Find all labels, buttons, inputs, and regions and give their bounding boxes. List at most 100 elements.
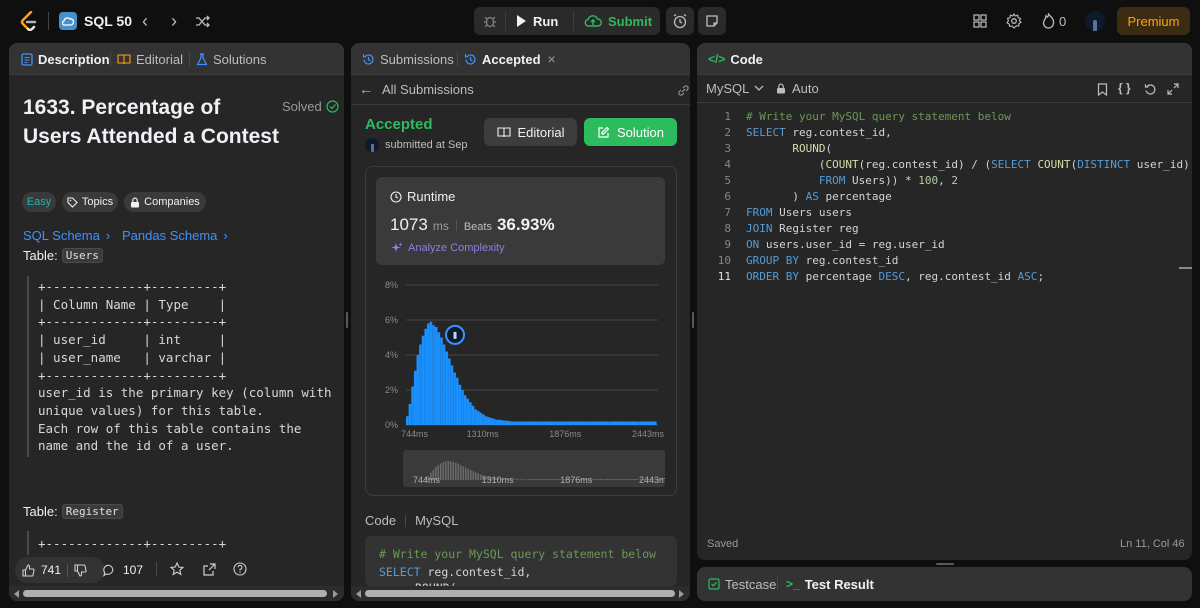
code-line[interactable]: ) AS percentage [746,189,891,205]
x-tick-label: 1310ms [467,429,500,439]
prev-problem-icon[interactable]: ‹ [136,11,154,31]
editorial-button[interactable]: Editorial [484,118,577,146]
solution-button-label: Solution [617,124,664,140]
run-button[interactable]: Run [508,9,570,33]
avatar[interactable] [1085,11,1105,31]
scrollbar-thumb[interactable] [365,590,675,597]
sql-schema-link[interactable]: SQL Schema › [23,228,110,243]
divider [505,11,506,31]
code-line[interactable]: JOIN Register reg [746,221,859,237]
comments-button[interactable]: 107 [103,563,143,577]
code-line[interactable]: GROUP BY reg.contest_id [746,253,898,269]
leetcode-logo-icon[interactable] [18,10,40,32]
histogram-bar [511,421,514,425]
difficulty-badge[interactable]: Easy [22,192,56,212]
tab-submissions[interactable]: Submissions [362,43,454,75]
code-tab-bar [697,43,1192,75]
study-plan-icon[interactable] [59,12,77,30]
code-line[interactable]: ON users.user_id = reg.user_id [746,237,945,253]
navigator-bar [597,479,600,480]
premium-button[interactable]: Premium [1117,7,1190,35]
pandas-schema-link[interactable]: Pandas Schema › [122,228,228,243]
scrollbar-thumb[interactable] [23,590,327,597]
code-line[interactable]: ORDER BY percentage DESC, reg.contest_id… [746,269,1044,285]
notes-button[interactable] [698,7,726,35]
debug-bug-icon[interactable] [478,10,502,32]
tab-testcase[interactable]: Testcase [708,567,776,601]
close-tab-icon[interactable]: × [548,51,556,67]
problem-list-title[interactable]: SQL 50 [84,13,132,29]
shuffle-icon[interactable] [193,12,211,30]
line-number: 1 [724,110,731,123]
divider [110,53,111,66]
navigator-bar [615,479,617,480]
reset-code-icon[interactable] [1143,82,1157,96]
histogram-bar [448,358,451,425]
histogram-bar [597,421,601,425]
code-line[interactable]: SELECT reg.contest_id, [746,125,892,141]
navigator-tick-label: 2443ms [639,475,665,485]
submit-button[interactable]: Submit [576,9,658,33]
line-number: 8 [724,222,731,235]
histogram-bar [558,421,561,425]
help-question-icon[interactable] [232,561,248,577]
code-line[interactable]: ROUND( [746,141,832,157]
chevron-down-icon [754,85,764,91]
format-code-icon[interactable]: { } [1118,81,1131,95]
panel-resize-handle[interactable] [936,563,954,565]
tab-editorial[interactable]: Editorial [117,43,183,75]
streak-flame-icon[interactable] [1040,12,1056,30]
code-line[interactable]: FROM Users users [746,205,852,221]
bookmark-icon[interactable] [1095,82,1109,96]
share-icon[interactable] [201,561,217,577]
horizontal-scrollbar[interactable] [351,586,690,601]
navigator-bar [610,479,612,480]
y-tick-label: 0% [385,420,398,430]
histogram-bar [571,421,575,425]
code-line[interactable]: (COUNT(reg.contest_id) / (SELECT COUNT(D… [746,157,1190,173]
navigator-background [403,450,665,487]
runtime-range-navigator[interactable]: 744ms 1310ms 1876ms 2443ms [403,450,665,487]
histogram-bar [550,421,554,425]
star-favorite-icon[interactable] [169,561,185,577]
panel-resize-handle[interactable] [346,312,348,328]
alarm-clock-icon [673,13,687,29]
horizontal-scrollbar[interactable] [9,586,344,601]
tab-accepted[interactable]: Accepted × [464,43,556,75]
histogram-bar [516,421,519,425]
settings-gear-icon[interactable] [1005,12,1023,30]
analyze-complexity-link[interactable]: Analyze Complexity [391,242,505,254]
analyze-complexity-label: Analyze Complexity [408,242,505,254]
top-bar: SQL 50 ‹ › Run Submit 0 Premium [0,0,1200,42]
auto-mode-label: Auto [792,81,819,96]
histogram-bar [503,420,506,425]
panel-resize-handle[interactable] [692,312,694,328]
navigator-bar [472,471,475,480]
runtime-distribution-chart[interactable]: 0% 2% 4% 6% 8% 744ms 1310ms 1876ms 2443ms [376,273,666,443]
line-number: 3 [724,142,731,155]
code-line[interactable]: # Write your MySQL query statement below [746,109,1011,125]
lock-icon [131,197,140,207]
expand-icon[interactable] [1166,82,1180,96]
layout-grid-icon[interactable] [971,12,989,30]
language-select[interactable]: MySQL [706,81,764,96]
code-block-border [27,531,29,555]
companies-tag[interactable]: Companies [124,192,206,212]
timer-button[interactable] [666,7,694,35]
table2-label: Table: [23,504,58,519]
solution-button[interactable]: Solution [584,118,677,146]
next-problem-icon[interactable]: › [165,11,183,31]
tab-description[interactable]: Description [21,43,110,75]
tab-editorial-label: Editorial [136,51,183,67]
like-count[interactable]: 741 [41,563,61,577]
tab-solutions[interactable]: Solutions [196,43,266,75]
code-editor[interactable]: 1 # Write your MySQL query statement belo… [697,109,1192,283]
tab-test-result[interactable]: >_ Test Result [786,567,874,601]
all-submissions-link[interactable]: ← All Submissions [359,81,474,97]
code-line[interactable]: FROM Users)) * 100, 2 [746,173,958,189]
share-link-icon[interactable] [676,83,690,97]
topics-tag[interactable]: Topics [62,192,118,212]
navigator-tick-label: 1310ms [482,475,515,485]
auto-mode-toggle[interactable]: Auto [776,81,819,96]
tab-code[interactable]: </> Code [708,43,763,75]
